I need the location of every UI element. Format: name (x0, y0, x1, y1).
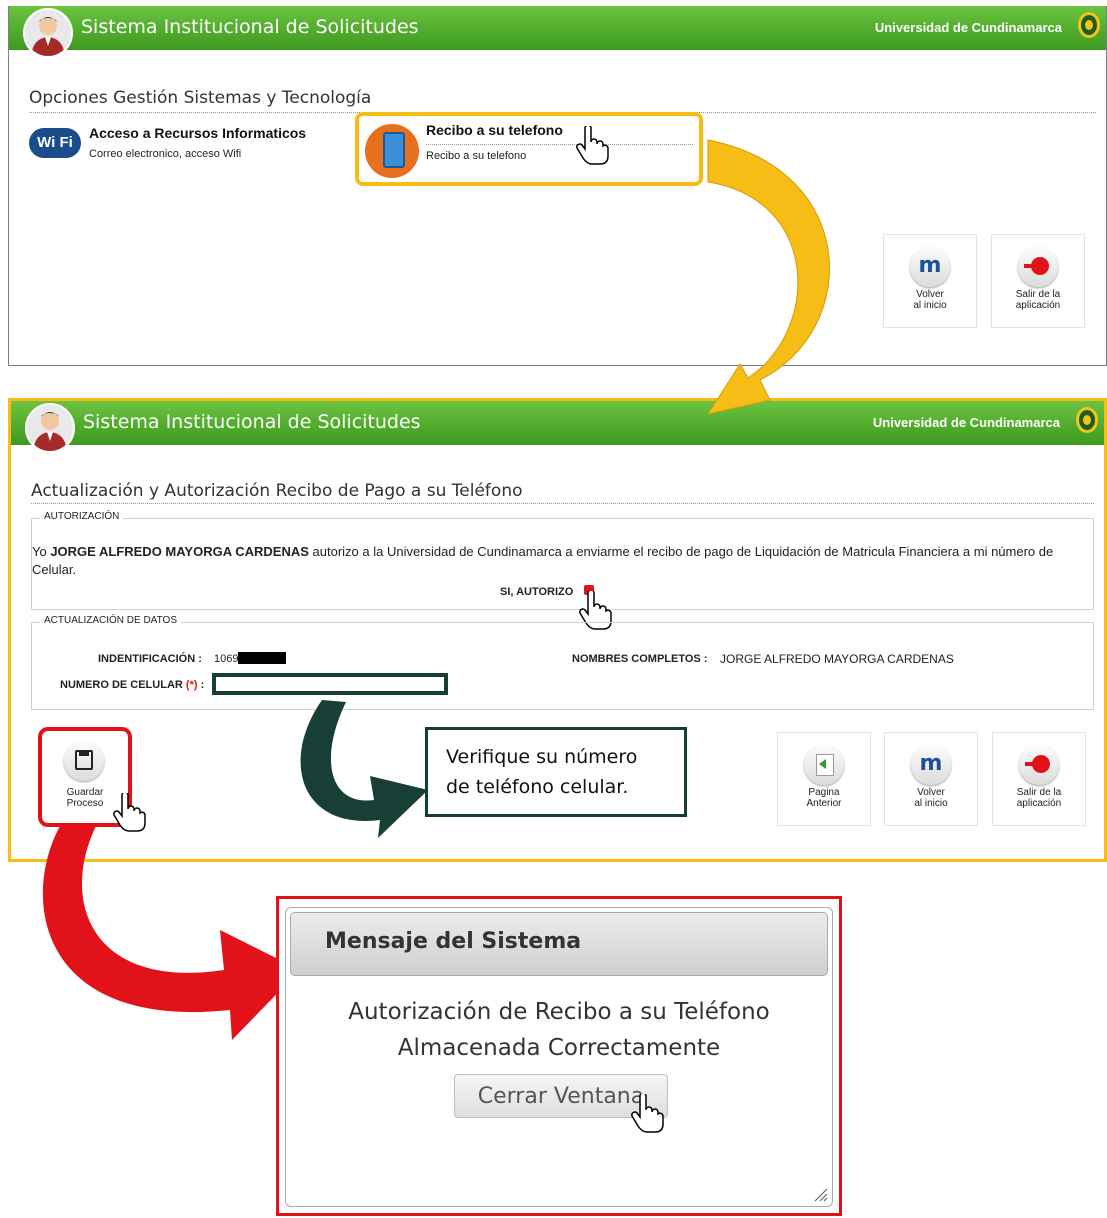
required-mark: (*) (185, 679, 198, 691)
university-name: Universidad de Cundinamarca (872, 415, 1060, 430)
exit-button[interactable]: Salir de la aplicación (991, 234, 1085, 328)
tile-label: Pagina Anterior (806, 787, 842, 809)
page-title: Actualización y Autorización Recibo de P… (31, 481, 523, 501)
tile-label: Salir de la aplicación (1016, 787, 1062, 809)
option-subtitle: Recibo a su telefono (426, 150, 527, 162)
fieldset-legend: ACTUALIZACIÓN DE DATOS (40, 615, 181, 626)
names-label: NOMBRES COMPLETOS : (572, 653, 708, 665)
option-title: Recibo a su telefono (426, 122, 563, 138)
id-value: 1069 (214, 653, 239, 665)
data-update-fieldset: ACTUALIZACIÓN DE DATOS INDENTIFICACIÓN :… (31, 615, 1094, 710)
callout-line: Verifique su número (446, 746, 638, 768)
dialog-window: Mensaje del Sistema Autorización de Reci… (285, 907, 833, 1207)
hand-cursor-icon (631, 1094, 664, 1133)
app-header: Sistema Institucional de Solicitudes Uni… (11, 401, 1104, 453)
id-label: INDENTIFICACIÓN : (98, 653, 202, 665)
app-title: Sistema Institucional de Solicitudes (81, 16, 419, 38)
authorization-fieldset: AUTORIZACIÓN Yo JORGE ALFREDO MAYORGA CA… (31, 511, 1094, 630)
authorize-label: SI, AUTORIZO (500, 586, 574, 598)
resize-grip-icon[interactable] (812, 1186, 828, 1202)
dialog-message: Autorización de Recibo a su Teléfono Alm… (348, 999, 770, 1061)
phone-label: NUMERO DE CELULAR (*) : (60, 679, 205, 691)
option-title: Acceso a Recursos Informaticos (89, 125, 307, 141)
user-avatar-icon (23, 8, 73, 58)
user-avatar-icon (25, 403, 75, 453)
title-divider (31, 503, 1094, 504)
previous-page-button[interactable]: Pagina Anterior (777, 732, 871, 826)
home-button[interactable]: m Volver al inicio (884, 732, 978, 826)
exit-icon (1018, 247, 1058, 287)
screen-options: Sistema Institucional de Solicitudes Uni… (8, 6, 1107, 366)
save-button[interactable]: Guardar Proceso (38, 727, 146, 832)
page-title: Opciones Gestión Sistemas y Tecnología (29, 88, 372, 108)
option-recibo-telefono[interactable]: Recibo a su telefono Recibo a su telefon… (355, 112, 703, 186)
back-icon (804, 745, 844, 785)
home-icon: m (910, 247, 950, 287)
hand-cursor-icon (113, 793, 146, 832)
hand-cursor-icon (576, 126, 609, 165)
verify-phone-callout: Verifique su número de teléfono celular. (425, 727, 687, 817)
university-seal-icon (1078, 12, 1100, 38)
id-redaction (238, 652, 286, 664)
dialog-titlebar[interactable]: Mensaje del Sistema (290, 912, 828, 976)
home-icon: m (911, 745, 951, 785)
university-name: Universidad de Cundinamarca (874, 20, 1062, 35)
app-title: Sistema Institucional de Solicitudes (83, 411, 421, 433)
tile-label: Salir de la aplicación (1015, 289, 1061, 311)
dialog-title: Mensaje del Sistema (325, 929, 582, 954)
callout-line: de teléfono celular. (446, 776, 629, 798)
university-seal-icon (1076, 407, 1098, 433)
wifi-icon: Wi Fi (29, 128, 81, 158)
fieldset-legend: AUTORIZACIÓN (40, 511, 124, 522)
app-header: Sistema Institucional de Solicitudes Uni… (9, 6, 1106, 58)
system-message-dialog: Mensaje del Sistema Autorización de Reci… (276, 896, 842, 1216)
exit-icon (1019, 745, 1059, 785)
home-button[interactable]: m Volver al inicio (883, 234, 977, 328)
option-subtitle: Correo electronico, acceso Wifi (89, 148, 242, 160)
phone-icon (365, 124, 419, 178)
option-acceso-recursos[interactable]: Wi Fi Acceso a Recursos Informaticos Cor… (29, 122, 349, 172)
tile-label: Volver al inicio (914, 787, 948, 809)
tile-label: Volver al inicio (913, 289, 947, 311)
student-name: JORGE ALFREDO MAYORGA CARDENAS (50, 544, 309, 559)
phone-input[interactable] (212, 673, 448, 695)
names-value: JORGE ALFREDO MAYORGA CARDENAS (720, 652, 954, 666)
exit-button[interactable]: Salir de la aplicación (992, 732, 1086, 826)
authorization-text: Yo JORGE ALFREDO MAYORGA CARDENAS autori… (32, 544, 1054, 577)
save-icon (64, 741, 104, 781)
